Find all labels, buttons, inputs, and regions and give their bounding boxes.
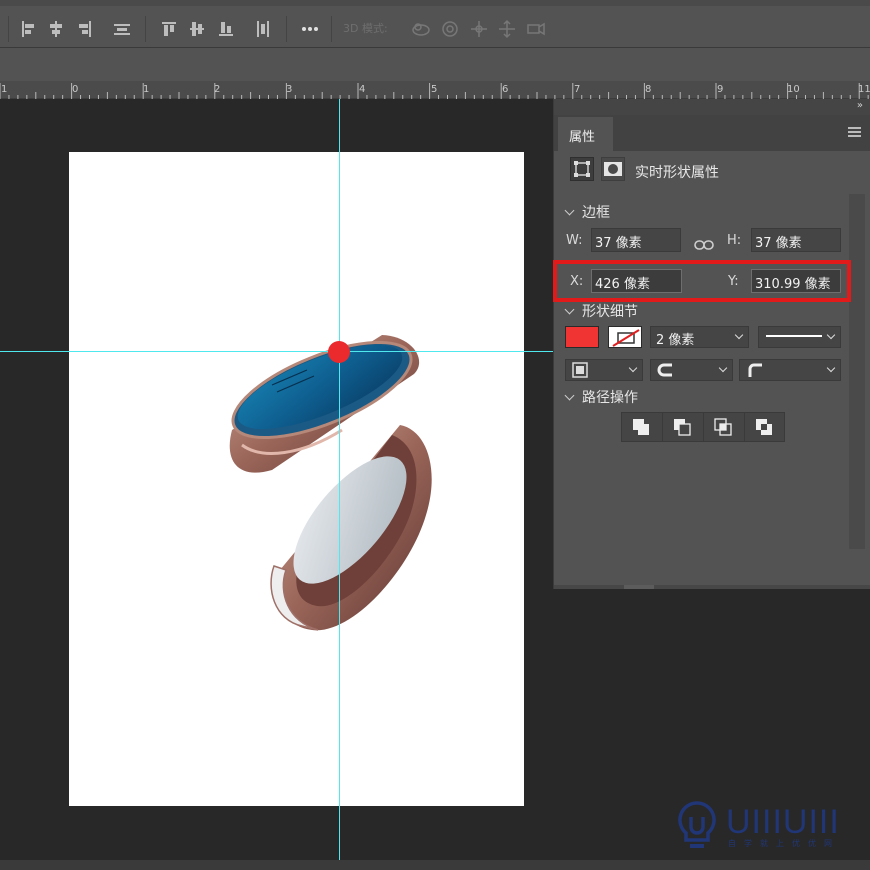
panel-collapse-bar[interactable]: » [554,99,870,115]
ruler-label: 8 [645,84,652,95]
highlight-annotation-box [553,260,851,302]
horizontal-guide[interactable] [0,351,553,352]
align-right-edges-icon[interactable] [74,18,94,40]
scale-3d-icon[interactable] [526,18,546,40]
align-vertical-centers-icon[interactable] [187,18,207,40]
orbit-3d-icon[interactable] [411,18,431,40]
slide-3d-icon[interactable] [497,18,517,40]
stroke-color-swatch[interactable] [608,326,642,348]
document-tab-area [0,48,870,81]
chevron-down-icon [564,390,575,401]
ruler-label: 9 [717,84,724,95]
section-shape-details-label: 形状细节 [582,304,638,320]
ruler-label: 1 [143,84,150,95]
ruler-label: 1 [1,84,8,95]
panel-menu-icon[interactable] [848,127,861,137]
solid-line-icon [766,335,822,337]
chevron-down-icon [826,363,836,373]
stroke-corners-dropdown[interactable] [739,359,841,381]
stroke-align-inside-icon [572,362,588,378]
collapse-arrows-icon[interactable]: » [857,100,863,111]
toolbar-separator [331,16,332,42]
combine-shapes-icon[interactable] [622,413,663,441]
align-horizontal-centers-icon[interactable] [46,18,66,40]
watermark-logo-text: UIIIUIII [726,803,840,841]
panel-tab-row: 属性 [554,115,870,151]
width-label: W: [566,233,583,248]
properties-panel: » 属性 实时形状属性 边框 W: 37 像素 H: 37 像素 X: 426 … [553,99,870,589]
pan-3d-icon[interactable] [469,18,489,40]
stroke-caps-dropdown[interactable] [650,359,733,381]
ellipse-shape-marker[interactable] [328,341,350,363]
photoshop-window: 3D 模式: 1 0 1 2 3 4 5 6 7 8 9 10 11 » 属性 … [0,0,870,870]
width-field[interactable]: 37 像素 [591,228,681,252]
stroke-align-dropdown[interactable] [565,359,643,381]
status-bar [0,860,870,870]
round-join-icon [748,363,762,377]
ruler-label: 4 [359,84,366,95]
mask-icon[interactable] [601,157,625,181]
section-shape-details[interactable]: 形状细节 [564,301,638,321]
vertical-guide[interactable] [339,99,340,860]
round-cap-icon [657,363,672,377]
transform-bounds-icon[interactable] [570,157,594,181]
chevron-down-icon [718,363,728,373]
stroke-type-dropdown[interactable] [758,326,841,348]
align-top-edges-icon[interactable] [159,18,179,40]
toolbar-separator [145,16,146,42]
panel-title: 实时形状属性 [635,165,719,181]
stroke-width-value: 2 像素 [656,333,695,348]
ruler-label: 11 [858,84,870,95]
height-field[interactable]: 37 像素 [751,228,841,252]
cushion-compact-image[interactable] [222,330,440,635]
tab-properties[interactable]: 属性 [558,117,613,151]
horizontal-ruler[interactable]: 1 0 1 2 3 4 5 6 7 8 9 10 11 [0,81,870,99]
align-bottom-edges-icon[interactable] [216,18,236,40]
ruler-label: 2 [214,84,221,95]
chevron-down-icon [628,363,638,373]
chevron-down-icon [734,330,744,340]
section-path-ops-label: 路径操作 [582,390,638,406]
toolbar-separator [286,16,287,42]
section-bounds-label: 边框 [582,205,610,221]
mode-3d-label: 3D 模式: [343,22,388,35]
chevron-down-icon [564,205,575,216]
document-canvas[interactable] [0,99,553,860]
link-icon[interactable] [694,239,714,251]
distribute-horizontal-icon[interactable] [112,18,132,40]
panel-horizontal-scrollbar[interactable] [554,585,870,589]
toolbar-separator [8,16,9,42]
ruler-label: 10 [787,84,800,95]
menu-bar-edge [0,0,870,6]
exclude-overlap-icon[interactable] [745,413,786,441]
section-path-ops[interactable]: 路径操作 [564,387,638,407]
section-bounds[interactable]: 边框 [564,202,610,222]
chevron-down-icon [564,304,575,315]
ruler-label: 3 [286,84,293,95]
fill-color-swatch[interactable] [565,326,599,348]
options-bar: 3D 模式: [0,0,870,48]
height-label: H: [727,233,742,248]
ruler-label: 0 [72,84,79,95]
more-options-icon[interactable] [300,18,320,40]
ruler-label: 7 [574,84,581,95]
ruler-label: 5 [431,84,438,95]
panel-scrollbar[interactable] [849,194,865,549]
lightbulb-logo-icon [678,801,716,848]
subtract-front-shape-icon[interactable] [663,413,704,441]
path-operations-group [621,412,785,442]
chevron-down-icon [826,330,836,340]
align-left-edges-icon[interactable] [19,18,39,40]
watermark-subtext: 自学就上优优网 [728,839,840,848]
distribute-vertical-icon[interactable] [253,18,273,40]
roll-3d-icon[interactable] [440,18,460,40]
ruler-label: 6 [502,84,509,95]
stroke-width-dropdown[interactable]: 2 像素 [650,326,749,348]
intersect-shapes-icon[interactable] [704,413,745,441]
